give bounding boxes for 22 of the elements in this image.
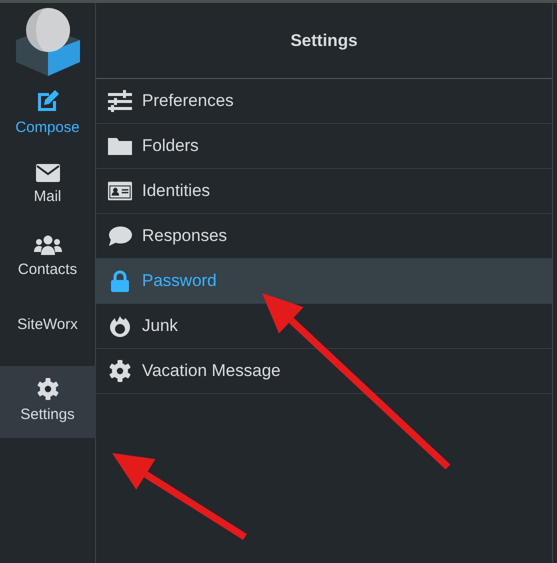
folder-icon xyxy=(108,135,132,157)
gear-icon xyxy=(108,360,132,382)
settings-menu-item[interactable]: Identities xyxy=(96,169,552,214)
speech-bubble-icon xyxy=(108,225,132,247)
settings-menu-item[interactable]: Preferences xyxy=(96,79,552,124)
sidebar-item[interactable]: Mail xyxy=(0,150,96,222)
id-card-icon xyxy=(108,180,132,202)
flame-icon xyxy=(108,315,132,337)
gear-icon xyxy=(36,378,58,400)
people-icon xyxy=(34,234,62,255)
mail-icon xyxy=(36,164,60,182)
compose-button[interactable]: Compose xyxy=(0,78,96,150)
sidebar-item[interactable]: Contacts xyxy=(0,222,96,294)
sidebar-item[interactable]: SiteWorx xyxy=(0,294,96,366)
lock-icon xyxy=(108,270,132,292)
logo-icon xyxy=(14,6,80,76)
header-title: Settings xyxy=(290,30,358,52)
settings-menu-item[interactable]: Folders xyxy=(96,124,552,169)
sliders-icon xyxy=(108,90,132,112)
settings-menu-item[interactable]: Vacation Message xyxy=(96,349,552,394)
settings-menu-item[interactable]: Password xyxy=(96,259,552,304)
sidebar-item[interactable]: Settings xyxy=(0,366,96,438)
